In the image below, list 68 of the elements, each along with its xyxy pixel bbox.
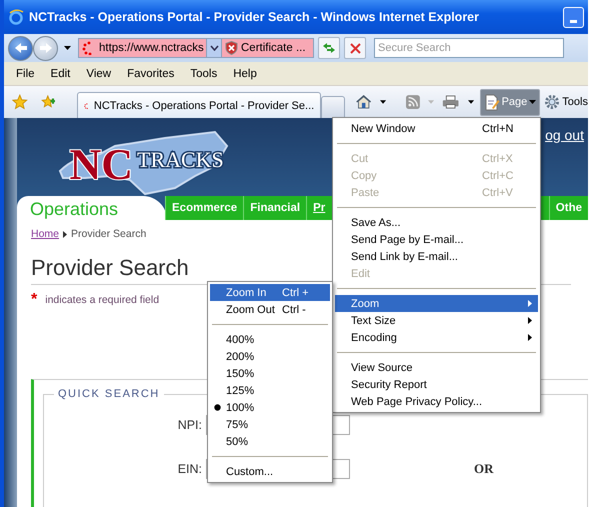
star-icon[interactable] [12, 93, 28, 111]
refresh-button[interactable] [318, 37, 340, 59]
or-label: OR [474, 461, 494, 477]
chevron-down-icon [210, 45, 218, 51]
caret-icon[interactable] [468, 100, 474, 104]
tools-menu-button[interactable]: Tools [544, 94, 588, 110]
menu-item[interactable]: Edit [42, 68, 78, 80]
feed-icon[interactable] [406, 94, 420, 110]
menu-item[interactable]: Web Page Privacy Policy... [335, 393, 538, 410]
breadcrumb-arrow-icon [63, 230, 68, 238]
address-dropdown-button[interactable] [206, 38, 222, 58]
url-text: https://www.nctracks [99, 42, 204, 54]
menu-item[interactable]: 150% [210, 365, 330, 382]
menu-item[interactable]: Zoom Out Ctrl - [210, 301, 330, 318]
page-menu-button[interactable]: Page [480, 88, 540, 116]
logo-text: NC [69, 140, 133, 189]
menu-item[interactable]: Zoom [335, 295, 538, 312]
menu-item[interactable]: Zoom In Ctrl + [210, 284, 330, 301]
search-field[interactable]: Secure Search [374, 38, 564, 58]
forward-button[interactable] [33, 36, 58, 60]
menu-item[interactable]: 400% [210, 331, 330, 348]
menu-item[interactable]: Tools [182, 68, 226, 80]
fieldset-legend: QUICK SEARCH [54, 388, 164, 400]
browser-tab[interactable]: NCTracks - Operations Portal - Provider Se... [77, 92, 322, 118]
back-arrow-icon [14, 42, 28, 54]
menu-item[interactable]: 100% [210, 399, 330, 416]
caret-icon[interactable] [380, 100, 386, 104]
menu-item[interactable]: Help [225, 68, 265, 80]
menu-item[interactable]: 200% [210, 348, 330, 365]
menu-item[interactable]: Send Page by E-mail... [335, 231, 538, 248]
required-note: indicates a required field [45, 294, 160, 306]
window-title: NCTracks - Operations Portal - Provider Search - Windows Internet Explorer [29, 10, 479, 24]
menu-item[interactable]: Encoding [335, 329, 538, 346]
page-icon [484, 94, 500, 110]
required-mark: * [31, 291, 38, 309]
caret-icon[interactable] [64, 46, 71, 50]
gear-icon [544, 94, 560, 110]
menu-item[interactable]: Text Size [335, 312, 538, 329]
menu-item[interactable]: Save As... [335, 214, 538, 231]
new-tab-button[interactable] [321, 96, 345, 118]
refresh-icon [322, 42, 336, 54]
address-field[interactable]: https://www.nctracks [78, 38, 206, 58]
menu-item[interactable]: 125% [210, 382, 330, 399]
minimize-button[interactable] [563, 6, 584, 28]
logout-link[interactable]: og out [545, 127, 584, 143]
field-label: NPI: [176, 418, 203, 432]
caret-icon [529, 100, 536, 104]
stop-icon [350, 42, 360, 54]
forward-arrow-icon [38, 42, 52, 54]
menu-item[interactable]: File [8, 68, 43, 80]
menu-item[interactable]: New Window Ctrl+N [335, 120, 538, 137]
back-button[interactable] [8, 36, 33, 60]
browser-logo-icon [8, 9, 24, 25]
menu-item[interactable]: View Source [335, 359, 538, 376]
field-label: EIN: [176, 462, 203, 476]
menu-item[interactable]: View [78, 68, 120, 80]
stop-button[interactable] [344, 37, 366, 59]
home-link[interactable]: Home [31, 228, 60, 240]
menu-item[interactable]: 50% [210, 433, 330, 450]
home-icon[interactable] [354, 93, 372, 111]
shield-error-icon [225, 41, 238, 55]
menu-item[interactable]: Custom... [210, 463, 330, 480]
certificate-error-button[interactable]: Certificate ... [222, 38, 314, 58]
printer-icon[interactable] [442, 94, 460, 110]
breadcrumb-current: Provider Search [71, 228, 146, 240]
menu-item[interactable]: Favorites [119, 68, 182, 80]
menu-item[interactable]: Security Report [335, 376, 538, 393]
menu-item[interactable]: 75% [210, 416, 330, 433]
